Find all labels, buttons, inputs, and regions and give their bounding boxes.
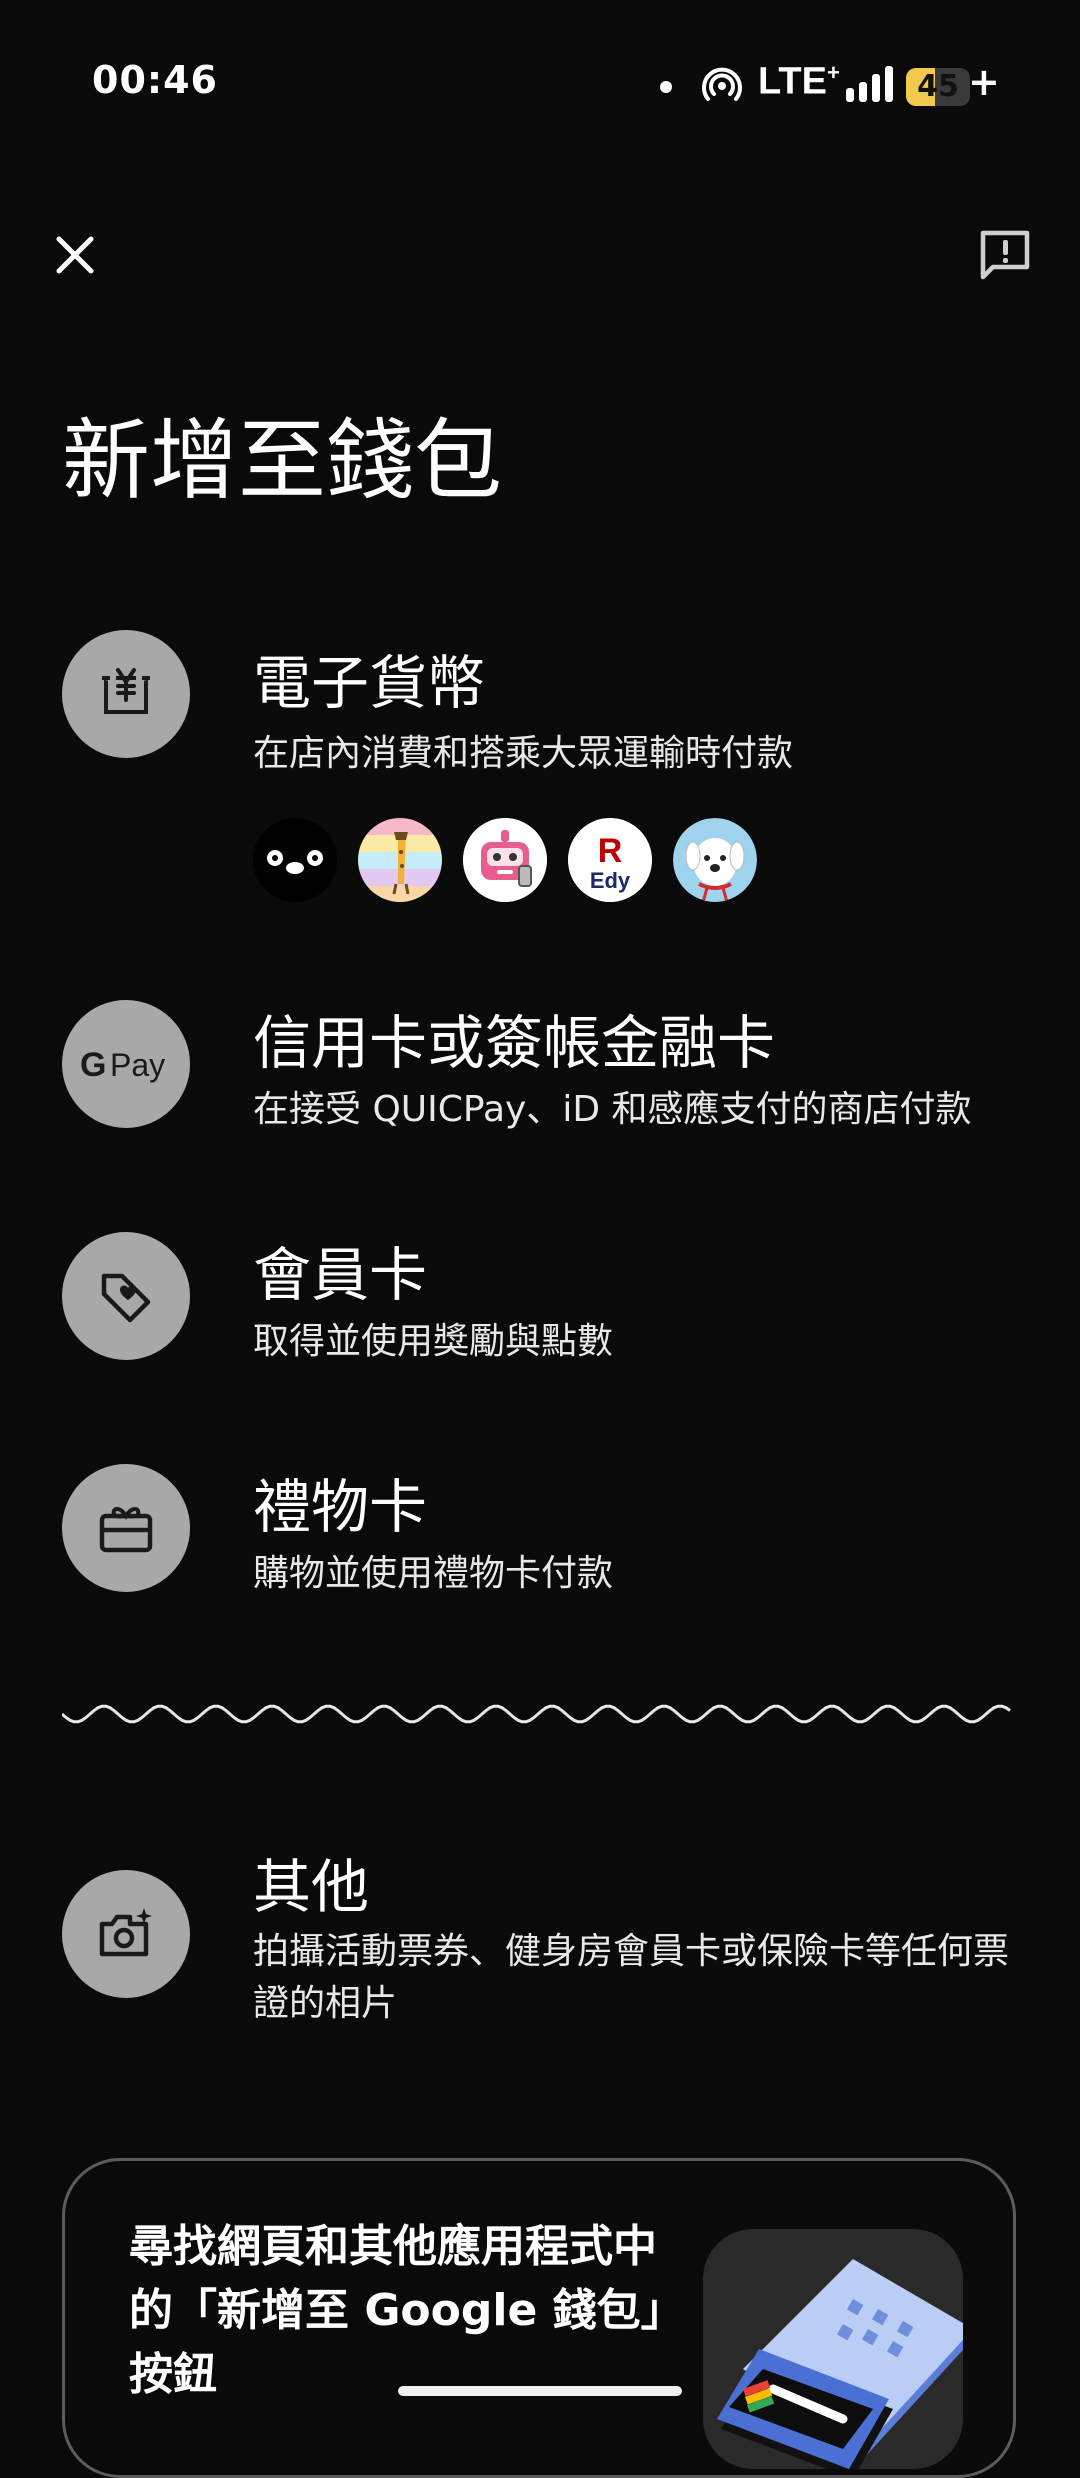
camera-sparkle-icon — [62, 1870, 190, 1998]
manaca-logo — [358, 818, 442, 902]
notification-dot-icon — [660, 81, 672, 93]
loyalty-tag-icon — [62, 1232, 190, 1360]
option-title: 電子貨幣 — [253, 649, 486, 717]
option-title: 禮物卡 — [253, 1473, 428, 1541]
network-type: LTE+ — [758, 60, 840, 103]
gift-card-icon — [62, 1464, 190, 1592]
option-gift-card[interactable]: 禮物卡 購物並使用禮物卡付款 — [0, 1464, 1080, 1604]
suica-logo — [253, 818, 337, 902]
option-subtitle: 取得並使用獎勵與點數 — [253, 1321, 614, 1362]
status-time: 00:46 — [92, 58, 218, 102]
page-title: 新增至錢包 — [62, 409, 503, 512]
option-e-money[interactable]: 電子貨幣 在店內消費和搭乘大眾運輸時付款 — [0, 630, 1080, 930]
promo-card[interactable]: 尋找網頁和其他應用程式中的「新增至 Google 錢包」按鈕 — [62, 2158, 1016, 2478]
option-subtitle: 購物並使用禮物卡付款 — [253, 1553, 614, 1594]
option-other[interactable]: 其他 拍攝活動票券、健身房會員卡或保險卡等任何票證的相片 — [0, 1853, 1080, 2050]
rakuten-edy-logo: R Edy — [568, 818, 652, 902]
option-title: 會員卡 — [253, 1241, 428, 1309]
home-indicator[interactable] — [398, 2386, 682, 2396]
feedback-button[interactable] — [960, 210, 1050, 300]
promo-text: 尋找網頁和其他應用程式中的「新增至 Google 錢包」按鈕 — [129, 2221, 685, 2400]
signal-icon — [846, 66, 894, 106]
hotspot-icon — [702, 66, 742, 110]
option-subtitle: 拍攝活動票券、健身房會員卡或保險卡等任何票證的相片 — [253, 1931, 1010, 2024]
close-button[interactable] — [30, 210, 120, 300]
option-title: 信用卡或簽帳金融卡 — [253, 1009, 776, 1077]
feedback-icon — [980, 230, 1030, 280]
google-g-glyph: G — [80, 1046, 106, 1084]
option-title: 其他 — [253, 1853, 370, 1921]
option-subtitle: 在店內消費和搭乘大眾運輸時付款 — [253, 733, 794, 774]
edy-letter: R — [598, 832, 623, 870]
option-subtitle: 在接受 QUICPay、iD 和感應支付的商店付款 — [253, 1089, 972, 1130]
status-bar: 00:46 LTE+ 45 + — [0, 0, 1080, 170]
yen-wallet-icon — [62, 630, 190, 758]
pay-text: Pay — [110, 1047, 165, 1083]
option-credit-card[interactable]: G Pay 信用卡或簽帳金融卡 在接受 QUICPay、iD 和感應支付的商店付… — [0, 1000, 1080, 1140]
charging-indicator: + — [968, 60, 1000, 104]
battery-level: 45 — [917, 69, 959, 104]
waon-logo — [673, 818, 757, 902]
wallet-card-illustration — [703, 2229, 963, 2469]
option-loyalty-card[interactable]: 會員卡 取得並使用獎勵與點數 — [0, 1232, 1080, 1372]
wavy-divider — [62, 1704, 1011, 1724]
google-pay-icon: G Pay — [62, 1000, 190, 1128]
pasmo-robot-logo — [463, 818, 547, 902]
edy-text: Edy — [590, 868, 631, 893]
close-icon — [56, 236, 94, 274]
battery-icon: 45 — [906, 68, 970, 106]
